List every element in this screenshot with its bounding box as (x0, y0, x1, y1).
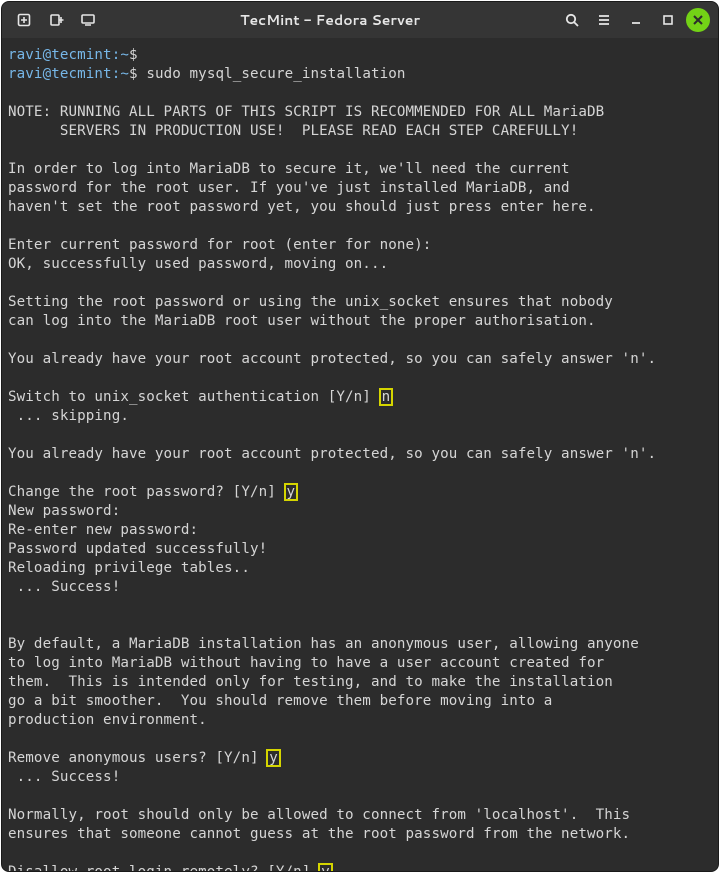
new-window-button[interactable] (42, 6, 70, 34)
new-tab-button[interactable] (10, 6, 38, 34)
output-line: go a bit smoother. You should remove the… (8, 693, 552, 709)
user-answer: y (267, 750, 280, 766)
output-line: to log into MariaDB without having to ha… (8, 655, 604, 671)
output-line: ... Success! (8, 579, 120, 595)
output-line: You already have your root account prote… (8, 351, 656, 367)
search-button[interactable] (558, 6, 586, 34)
prompt-question: Disallow root login remotely? [Y/n] (8, 864, 319, 871)
user-answer: n (380, 389, 393, 405)
prompt-user: ravi@tecmint (8, 47, 112, 63)
screen-button[interactable] (74, 6, 102, 34)
terminal-window: TecMint - Fedora Server ravi@tecmint:~$ … (1, 1, 719, 872)
user-answer: y (319, 864, 332, 871)
prompt-question: Switch to unix_socket authentication [Y/… (8, 389, 380, 405)
output-line: them. This is intended only for testing,… (8, 674, 613, 690)
output-line: Password updated successfully! (8, 541, 267, 557)
terminal-output[interactable]: ravi@tecmint:~$ ravi@tecmint:~$ sudo mys… (2, 38, 718, 871)
output-line: production environment. (8, 712, 207, 728)
output-line: OK, successfully used password, moving o… (8, 256, 388, 272)
output-line: password for the root user. If you've ju… (8, 180, 570, 196)
output-line: Enter current password for root (enter f… (8, 237, 431, 253)
prompt-question: Change the root password? [Y/n] (8, 484, 285, 500)
output-line: ... skipping. (8, 408, 129, 424)
output-line: Re-enter new password: (8, 522, 198, 538)
output-line: New password: (8, 503, 120, 519)
output-line: NOTE: RUNNING ALL PARTS OF THIS SCRIPT I… (8, 104, 604, 120)
output-line: haven't set the root password yet, you s… (8, 199, 596, 215)
output-line: Setting the root password or using the u… (8, 294, 613, 310)
close-button[interactable] (686, 8, 710, 32)
command-text: sudo mysql_secure_installation (146, 66, 405, 82)
menu-button[interactable] (590, 6, 618, 34)
output-line: can log into the MariaDB root user witho… (8, 313, 596, 329)
titlebar: TecMint - Fedora Server (2, 2, 718, 38)
output-line: Normally, root should only be allowed to… (8, 807, 630, 823)
output-line: In order to log into MariaDB to secure i… (8, 161, 570, 177)
output-line: ... Success! (8, 769, 120, 785)
output-line: Reloading privilege tables.. (8, 560, 250, 576)
prompt-question: Remove anonymous users? [Y/n] (8, 750, 267, 766)
window-title: TecMint - Fedora Server (102, 10, 558, 30)
prompt-user: ravi@tecmint (8, 66, 112, 82)
user-answer: y (285, 484, 298, 500)
output-line: SERVERS IN PRODUCTION USE! PLEASE READ E… (8, 123, 578, 139)
minimize-button[interactable] (622, 6, 650, 34)
output-line: You already have your root account prote… (8, 446, 656, 462)
output-line: ensures that someone cannot guess at the… (8, 826, 630, 842)
maximize-button[interactable] (654, 6, 682, 34)
output-line: By default, a MariaDB installation has a… (8, 636, 639, 652)
